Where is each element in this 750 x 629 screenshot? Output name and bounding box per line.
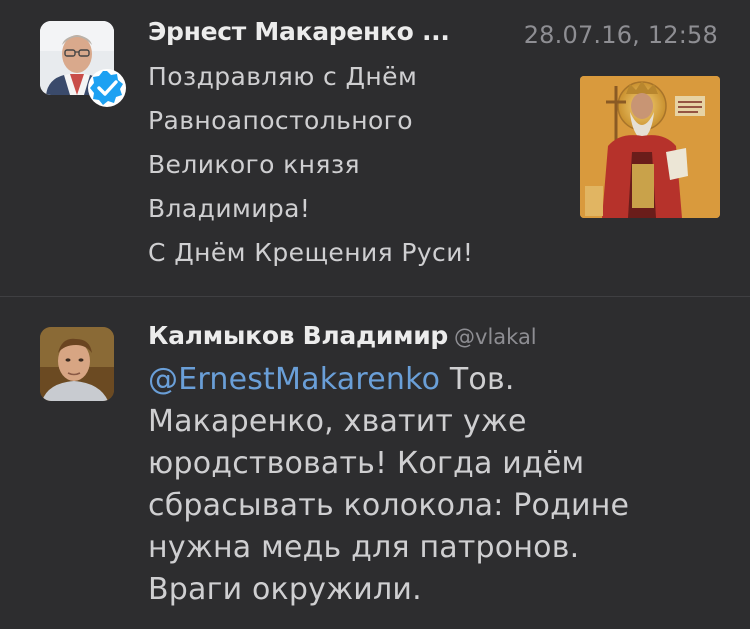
author-handle[interactable]: @vlakal xyxy=(454,325,537,349)
verified-badge-icon xyxy=(87,68,127,108)
tweet-text: Поздравляю с Днём Равноапостольного Вели… xyxy=(148,55,558,275)
tweet-item[interactable]: Эрнест Макаренко ... 28.07.16, 12:58 Поз… xyxy=(0,0,750,296)
tweet-header: Калмыков Владимир @vlakal xyxy=(148,321,728,353)
text-line: Враги окружили. xyxy=(148,572,422,607)
text-line: Макаренко, хватит уже xyxy=(148,404,527,439)
text-fragment: Тов. xyxy=(440,362,515,397)
tweet-text: @ErnestMakarenko Тов. Макаренко, хватит … xyxy=(148,359,728,611)
text-line: Поздравляю с Днём xyxy=(148,62,418,91)
text-line: С Днём Крещения Руси! xyxy=(148,238,474,267)
text-line: юродствовать! Когда идём xyxy=(148,446,585,481)
timestamp[interactable]: 28.07.16, 12:58 xyxy=(524,21,718,49)
text-line: @ErnestMakarenko Тов. xyxy=(148,359,728,401)
mention-link[interactable]: @ErnestMakarenko xyxy=(148,362,440,397)
media-thumbnail[interactable] xyxy=(580,76,720,218)
avatar[interactable] xyxy=(40,327,114,401)
text-line: сбрасывать колокола: Родине xyxy=(148,488,630,523)
text-line: Великого князя xyxy=(148,150,360,179)
author-name[interactable]: Эрнест Макаренко ... xyxy=(148,17,450,46)
text-line: Равноапостольного xyxy=(148,106,413,135)
text-line: Владимира! xyxy=(148,194,311,223)
author-name[interactable]: Калмыков Владимир xyxy=(148,321,448,350)
tweet-item[interactable]: Калмыков Владимир @vlakal @ErnestMakarenk… xyxy=(0,297,750,629)
text-line: нужна медь для патронов. xyxy=(148,530,580,565)
